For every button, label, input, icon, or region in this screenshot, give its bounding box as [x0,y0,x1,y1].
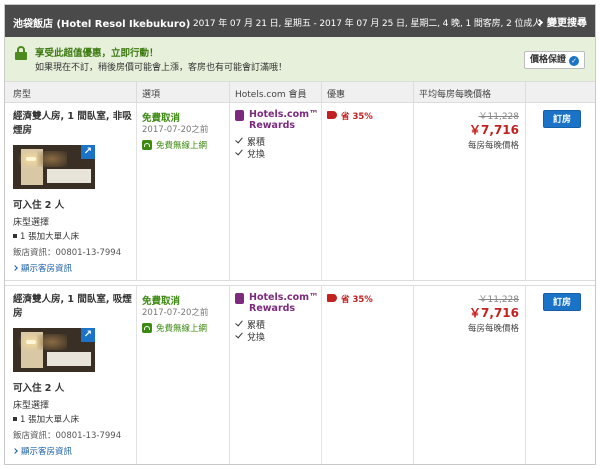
column-divider [525,82,526,102]
bed-option-text: 1 張加大單人床 [20,415,80,425]
rewards-name: Hotels.com™ Rewards [249,292,319,314]
bed-choice-label: 床型選擇 [13,401,50,411]
column-divider [525,103,526,280]
promo-title: 享受此超值優惠，立即行動！ [35,48,159,59]
discounted-price: ￥7,716 [469,123,519,137]
price-guarantee-label: 價格保證 [529,55,566,65]
column-divider [229,286,230,464]
book-room-button[interactable]: 訂房 [543,110,581,128]
column-divider [136,103,137,280]
room-photo[interactable]: ↗ [13,145,95,189]
price-note: 每房每晚價格 [467,324,519,334]
wifi-icon [142,323,152,333]
deal-badge: 省 35% [341,295,373,305]
occupancy: 可入住 2 人 [13,383,65,394]
hotel-info: 飯店資訊：00801-13-7994 [13,431,122,441]
table-header: 房型 選項 Hotels.com 會員 優惠 平均每房每晚價格 [5,81,595,103]
free-wifi-label: 免費無線上網 [156,141,208,151]
change-search-label: 變更搜尋 [547,18,587,29]
check-icon [235,330,243,339]
room-details-label: 顯示客房資訊 [21,447,73,457]
column-divider [321,103,322,280]
tag-icon [327,111,337,119]
room-details-label: 顯示客房資訊 [21,264,73,274]
check-icon [235,135,243,144]
price-guarantee-button[interactable]: 價格保證 ✓ [523,51,585,69]
reward-redeem-label: 兌換 [247,333,266,343]
column-divider [413,286,414,464]
change-search-button[interactable]: 變更搜尋 [535,14,587,29]
bullet-icon [13,417,17,421]
column-divider [136,286,137,464]
hotel-room-panel: 池袋飯店 (Hotel Resol Ikebukuro) 2017 年 07 月… [4,4,596,465]
rewards-name: Hotels.com™ Rewards [249,109,319,131]
reward-redeem-label: 兌換 [247,150,266,160]
reward-redeem: 兌換 [235,147,266,160]
column-divider [413,103,414,280]
wifi-icon [142,140,152,150]
chevron-right-icon [12,265,18,271]
column-header-options: 選項 [142,90,161,100]
promo-text: 如果現在不訂，稍後房價可能會上漲，客房也有可能會訂滿哦！ [35,63,288,73]
promo-banner: 享受此超值優惠，立即行動！ 如果現在不訂，稍後房價可能會上漲，客房也有可能會訂滿… [5,37,595,81]
hotel-name: 池袋飯店 (Hotel Resol Ikebukuro) [13,19,191,30]
hotel-info: 飯店資訊：00801-13-7994 [13,248,122,258]
tag-icon [327,294,337,302]
room-details-link[interactable]: 顯示客房資訊 [12,262,73,274]
check-icon [235,147,243,156]
bed-option: 1 張加大單人床 [13,230,79,242]
table-row: 經濟雙人房, 1 間臥室, 吸煙房 ↗ 可入住 2 人 床型選擇 1 張加大單人… [5,285,595,464]
cancellation-deadline: 2017-07-20之前 [142,125,209,135]
free-wifi-label: 免費無線上網 [156,324,208,334]
chevron-right-icon [535,18,544,27]
column-divider [136,82,137,102]
rewards-program: Rewards [249,120,296,131]
expand-arrow-icon[interactable]: ↗ [81,328,95,342]
deal-badge: 省 35% [341,112,373,122]
chevron-right-icon [12,448,18,454]
check-icon [235,318,243,327]
free-cancellation: 免費取消 [142,296,181,307]
column-header-membership: Hotels.com 會員 [235,90,307,100]
column-divider [229,103,230,280]
hotel-header-bar: 池袋飯店 (Hotel Resol Ikebukuro) 2017 年 07 月… [5,5,595,37]
discounted-price: ￥7,716 [469,306,519,320]
booking-summary: 2017 年 07 月 21 日, 星期五 - 2017 年 07 月 25 日… [193,19,542,29]
cancellation-deadline: 2017-07-20之前 [142,308,209,318]
bed-option: 1 張加大單人床 [13,413,79,425]
column-header-price: 平均每房每晚價格 [419,90,492,100]
occupancy: 可入住 2 人 [13,200,65,211]
bed-choice-label: 床型選擇 [13,218,50,228]
column-divider [321,82,322,102]
rewards-brand: Hotels.com™ [249,109,319,120]
check-circle-icon: ✓ [569,56,579,66]
bullet-icon [13,234,17,238]
column-divider [229,82,230,102]
free-wifi: 免費無線上網 [142,139,207,151]
room-name: 經濟雙人房, 1 間臥室, 吸煙房 [13,294,132,319]
table-row: 經濟雙人房, 1 間臥室, 非吸煙房 ↗ 可入住 2 人 床型選擇 1 張加大單… [5,103,595,281]
room-details-link[interactable]: 顯示客房資訊 [12,445,73,457]
rewards-brand: Hotels.com™ [249,292,319,303]
rewards-program: Rewards [249,303,296,314]
book-room-button[interactable]: 訂房 [543,293,581,311]
column-divider [525,286,526,464]
rewards-icon [235,293,244,304]
reward-redeem: 兌換 [235,330,266,343]
bed-option-text: 1 張加大單人床 [20,232,80,242]
room-photo[interactable]: ↗ [13,328,95,372]
column-header-deal: 優惠 [327,90,346,100]
room-name: 經濟雙人房, 1 間臥室, 非吸煙房 [13,111,132,136]
column-divider [321,286,322,464]
free-cancellation: 免費取消 [142,113,181,124]
lock-icon [15,46,27,60]
price-note: 每房每晚價格 [467,141,519,151]
free-wifi: 免費無線上網 [142,322,207,334]
expand-arrow-icon[interactable]: ↗ [81,145,95,159]
column-divider [413,82,414,102]
column-header-room-type: 房型 [13,90,32,100]
rewards-icon [235,110,244,121]
